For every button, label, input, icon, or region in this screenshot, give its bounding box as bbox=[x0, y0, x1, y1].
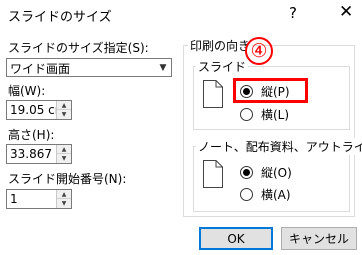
start-number-spinner[interactable]: 1 ▲ ▼ bbox=[6, 189, 72, 209]
start-number-label: スライド開始番号(N): bbox=[8, 172, 127, 186]
chevron-down-icon[interactable]: ▼ bbox=[156, 59, 170, 76]
start-number-value: 1 bbox=[10, 192, 18, 206]
width-spinner[interactable]: 19.05 cm ▲ ▼ bbox=[6, 100, 72, 120]
width-value: 19.05 cm bbox=[10, 103, 58, 117]
height-value: 33.867 cm bbox=[10, 147, 58, 161]
start-number-increase-icon[interactable]: ▲ bbox=[57, 190, 71, 199]
start-number-decrease-icon[interactable]: ▼ bbox=[57, 199, 71, 208]
slides-portrait-label[interactable]: 縦(P) bbox=[261, 83, 290, 100]
notes-portrait-radio[interactable] bbox=[240, 166, 253, 179]
size-spec-label: スライドのサイズ指定(S): bbox=[8, 41, 149, 55]
portrait-page-icon bbox=[203, 160, 223, 188]
width-decrease-icon[interactable]: ▼ bbox=[57, 110, 71, 119]
ok-button[interactable]: OK bbox=[199, 227, 273, 250]
notes-portrait-label[interactable]: 縦(O) bbox=[261, 164, 292, 181]
portrait-page-icon bbox=[203, 80, 223, 108]
size-spec-select[interactable]: ワイド画面 ▼ bbox=[6, 58, 172, 77]
slides-landscape-radio[interactable] bbox=[240, 108, 253, 121]
close-button[interactable]: ✕ bbox=[339, 2, 353, 22]
width-label: 幅(W): bbox=[8, 84, 46, 98]
height-spinner[interactable]: 33.867 cm ▲ ▼ bbox=[6, 144, 72, 164]
step-marker: ④ bbox=[245, 37, 273, 65]
slides-portrait-radio[interactable] bbox=[240, 85, 253, 98]
slides-group-title: スライド bbox=[196, 58, 249, 75]
height-decrease-icon[interactable]: ▼ bbox=[57, 154, 71, 163]
height-increase-icon[interactable]: ▲ bbox=[57, 145, 71, 154]
dialog-title: スライドのサイズ bbox=[8, 10, 112, 25]
notes-landscape-label[interactable]: 横(A) bbox=[261, 186, 291, 203]
notes-group-title: ノート、配布資料、アウトライン bbox=[196, 138, 362, 155]
help-button[interactable]: ? bbox=[289, 4, 297, 22]
notes-landscape-radio[interactable] bbox=[240, 188, 253, 201]
height-label: 高さ(H): bbox=[8, 128, 55, 142]
orientation-group-title: 印刷の向き bbox=[188, 37, 253, 54]
width-increase-icon[interactable]: ▲ bbox=[57, 101, 71, 110]
slides-landscape-label[interactable]: 横(L) bbox=[261, 106, 289, 123]
size-spec-value: ワイド画面 bbox=[10, 62, 71, 76]
cancel-button[interactable]: キャンセル bbox=[281, 227, 357, 250]
